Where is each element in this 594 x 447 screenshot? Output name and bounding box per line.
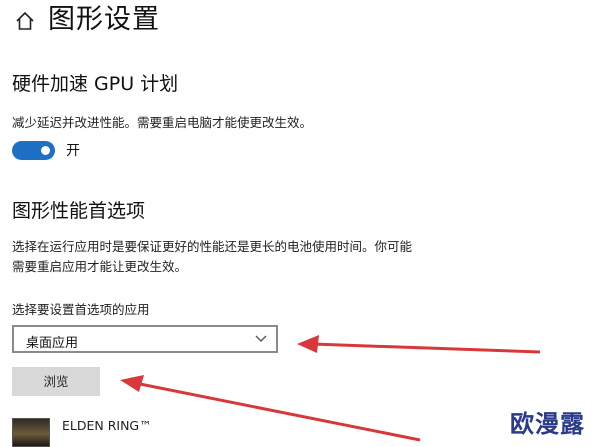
annotation-arrow-dropdown — [297, 335, 541, 354]
graphics-pref-description-line2: 需要重启应用才能让更改生效。 — [12, 259, 188, 274]
graphics-pref-description-line1: 选择在运行应用时是要保证更好的性能还是更长的电池使用时间。你可能 — [12, 239, 413, 254]
app-type-dropdown[interactable]: 桌面应用 — [12, 325, 278, 353]
page-title: 图形设置 — [48, 4, 160, 35]
hardware-accel-toggle[interactable] — [12, 141, 55, 160]
graphics-pref-title: 图形性能首选项 — [12, 200, 146, 222]
hardware-accel-description: 减少延迟并改进性能。需要重启电脑才能使更改生效。 — [12, 115, 313, 130]
home-icon[interactable] — [14, 10, 36, 32]
toggle-label: 开 — [66, 143, 80, 159]
toggle-knob — [41, 146, 50, 155]
elden-ring-app-icon[interactable] — [12, 418, 50, 447]
app-list-item-name[interactable]: ELDEN RING™ — [62, 418, 152, 433]
app-type-dropdown-value: 桌面应用 — [26, 336, 79, 351]
watermark: 欧漫露 — [510, 410, 585, 438]
browse-button[interactable]: 浏览 — [12, 367, 100, 396]
annotation-arrow-browse — [120, 375, 421, 442]
chevron-down-icon — [255, 335, 267, 342]
graphics-pref-description: 选择在运行应用时是要保证更好的性能还是更长的电池使用时间。你可能 需要重启应用才… — [12, 237, 412, 277]
app-select-label: 选择要设置首选项的应用 — [12, 302, 150, 317]
hardware-accel-title: 硬件加速 GPU 计划 — [12, 73, 179, 95]
